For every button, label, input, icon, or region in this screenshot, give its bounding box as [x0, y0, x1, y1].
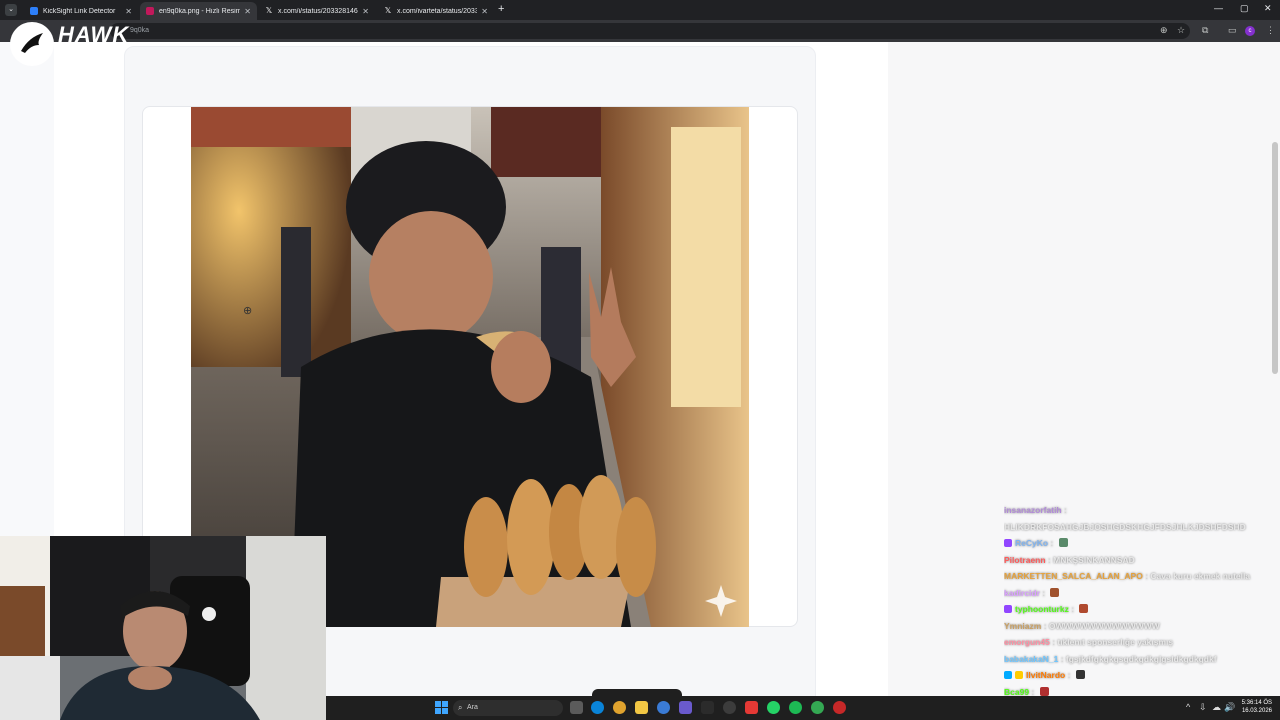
chat-username: typhoonturkz — [1015, 604, 1069, 614]
x-icon: 𝕏 — [265, 6, 273, 15]
browser-toolbar: 9q0ka ⊕ ☆ ⧉ ▭ ⋮ — [0, 20, 1280, 42]
chat-username: insanazorfatih — [1004, 505, 1062, 515]
hawk-brand-text: HAWK — [58, 22, 130, 47]
chat-message: kadircidr : — [1004, 585, 1276, 602]
chat-message: babakakaN_1 : fgsjkdfgkgkgsgdkgdkglgsldk… — [1004, 653, 1217, 664]
mail-icon[interactable] — [745, 701, 758, 714]
chat-text: OWWWWWWWWWWWWW — [1048, 620, 1160, 631]
chat-username: babakakaN_1 — [1004, 653, 1059, 664]
windows-start-icon[interactable] — [435, 701, 448, 714]
download-icon[interactable]: ⇩ — [1199, 702, 1207, 713]
chat-username: ReCyKo — [1015, 538, 1049, 548]
chat-username: IlvitNardo — [1026, 670, 1066, 680]
clock-date: 16.03.2026 — [1241, 708, 1272, 714]
x-icon: 𝕏 — [384, 6, 392, 15]
folder-icon[interactable] — [635, 701, 648, 714]
emote-icon — [1079, 604, 1089, 613]
file-explorer-icon[interactable] — [570, 701, 583, 714]
chat-text: Cava kuru ekmek nutella — [1150, 571, 1251, 581]
close-window-button[interactable]: ✕ — [1264, 3, 1272, 14]
emote-icon — [1050, 587, 1060, 597]
obs-icon[interactable] — [723, 701, 736, 714]
new-tab-button[interactable]: + — [498, 3, 504, 15]
chat-message: Pilotraenn : MNKŞSINKANNSAD — [1004, 554, 1135, 565]
chat-text: MNKŞSINKANNSAD — [1053, 554, 1135, 565]
tab-image-viewer[interactable]: en9q0ka.png - Hızlı Resim ✕ — [140, 2, 257, 20]
kicksight-icon — [30, 7, 38, 15]
close-tab-icon[interactable]: ✕ — [244, 7, 251, 16]
chat-message: MARKETTEN_SALCA_ALAN_APO : Cava kuru ekm… — [1004, 571, 1251, 581]
network-icon[interactable]: ☁ — [1212, 702, 1221, 713]
chat-username: MARKETTEN_SALCA_ALAN_APO — [1004, 571, 1143, 581]
bookmark-star-icon[interactable]: ☆ — [1177, 25, 1185, 36]
emote-icon — [1058, 538, 1068, 547]
close-tab-icon[interactable]: ✕ — [481, 7, 488, 16]
address-bar[interactable]: 9q0ka — [110, 23, 1190, 39]
tab-title: KickSight Link Detector — [43, 7, 116, 15]
chat-username: Bca99 — [1004, 686, 1030, 697]
volume-icon[interactable]: 🔊 — [1224, 702, 1235, 713]
chat-message: IlvitNardo : — [1004, 667, 1276, 684]
chat-message: ReCyKo : — [1004, 535, 1276, 552]
image-site-icon — [146, 7, 154, 15]
chrome-alt-icon[interactable] — [811, 701, 824, 714]
zoom-in-icon[interactable]: ⊕ — [243, 304, 252, 317]
tab-title: x.com/ivarteta/status/20335197 — [397, 7, 478, 15]
tray-overflow-icon[interactable]: ^ — [1186, 702, 1190, 712]
zoom-icon[interactable]: ⊕ — [1160, 25, 1168, 36]
tab-x-status-1[interactable]: 𝕏 x.com/i/status/2033281469574 ✕ — [259, 2, 375, 20]
browser-tab-strip: ⌄ KickSight Link Detector ✕ en9q0ka.png … — [0, 0, 1280, 20]
chrome-icon[interactable] — [613, 701, 626, 714]
page-scrollbar[interactable] — [1272, 142, 1278, 374]
chat-text: tıklenıt sponserlığe yakışmış — [1057, 637, 1174, 647]
tab-x-status-2[interactable]: 𝕏 x.com/ivarteta/status/20335197 ✕ — [378, 2, 494, 20]
emote-icon — [1039, 686, 1049, 696]
chat-text: fgsjkdfgkgkgsgdkgdkglgsldkgdkgdkf — [1065, 653, 1217, 664]
search-placeholder: Ara — [467, 704, 478, 711]
spotify-icon[interactable] — [789, 701, 802, 714]
chat-username: emorgun45 — [1004, 637, 1050, 647]
tab-title: x.com/i/status/2033281469574 — [278, 7, 358, 15]
chat-message: Ymniazm : OWWWWWWWWWWWWW — [1004, 620, 1160, 631]
verified-badge-icon — [1004, 671, 1012, 679]
address-text: 9q0ka — [130, 27, 150, 34]
hawk-logo-icon — [10, 22, 54, 66]
chat-username: Ymniazm — [1004, 620, 1042, 631]
ccleaner-icon[interactable] — [657, 701, 670, 714]
chat-message: insanazorfatih : HLIKDRKFOSAHGJBJOSHGDSK… — [1004, 505, 1246, 532]
gift-badge-icon — [1015, 671, 1023, 679]
minimize-button[interactable]: — — [1214, 3, 1223, 13]
search-icon: ⌕ — [458, 703, 463, 712]
steam-icon[interactable] — [833, 701, 846, 714]
close-tab-icon[interactable]: ✕ — [362, 7, 369, 16]
epic-icon[interactable] — [701, 701, 714, 714]
edge-icon[interactable] — [591, 701, 604, 714]
clock-time: 5:36:14 ÖS — [1241, 700, 1272, 706]
extensions-icon[interactable]: ⧉ — [1202, 25, 1208, 36]
chat-username: Pilotraenn — [1004, 554, 1046, 565]
whatsapp-icon[interactable] — [767, 701, 780, 714]
maximize-button[interactable]: ▢ — [1240, 3, 1249, 14]
webcam-overlay — [0, 536, 326, 720]
cast-icon[interactable]: ▭ — [1228, 25, 1237, 36]
subscriber-badge-icon — [1004, 605, 1012, 613]
taskbar-search[interactable]: ⌕ Ara — [453, 700, 563, 716]
tab-kicksight[interactable]: KickSight Link Detector ✕ — [24, 2, 138, 20]
profile-avatar[interactable]: c — [1245, 26, 1255, 36]
more-menu-icon[interactable]: ⋮ — [1266, 25, 1275, 36]
close-tab-icon[interactable]: ✕ — [125, 7, 132, 16]
chat-message: emorgun45 : tıklenıt sponserlığe yakışmı… — [1004, 637, 1174, 647]
tab-search-button[interactable]: ⌄ — [5, 4, 17, 16]
taskbar-clock[interactable]: 5:36:14 ÖS 16.03.2026 — [1238, 699, 1272, 715]
kick-icon[interactable] — [679, 701, 692, 714]
chat-username: kadircidr — [1004, 587, 1040, 598]
chat-text: HLIKDRKFOSAHGJBJOSHGDSKHGJFDSJHLKJDSHFDS… — [1004, 521, 1246, 532]
stream-chat: insanazorfatih : HLIKDRKFOSAHGJBJOSHGDSK… — [1004, 502, 1276, 700]
tab-title: en9q0ka.png - Hızlı Resim — [159, 7, 241, 15]
chat-message: typhoonturkz : — [1004, 601, 1276, 618]
emote-icon — [1075, 670, 1085, 679]
subscriber-badge-icon — [1004, 539, 1012, 547]
